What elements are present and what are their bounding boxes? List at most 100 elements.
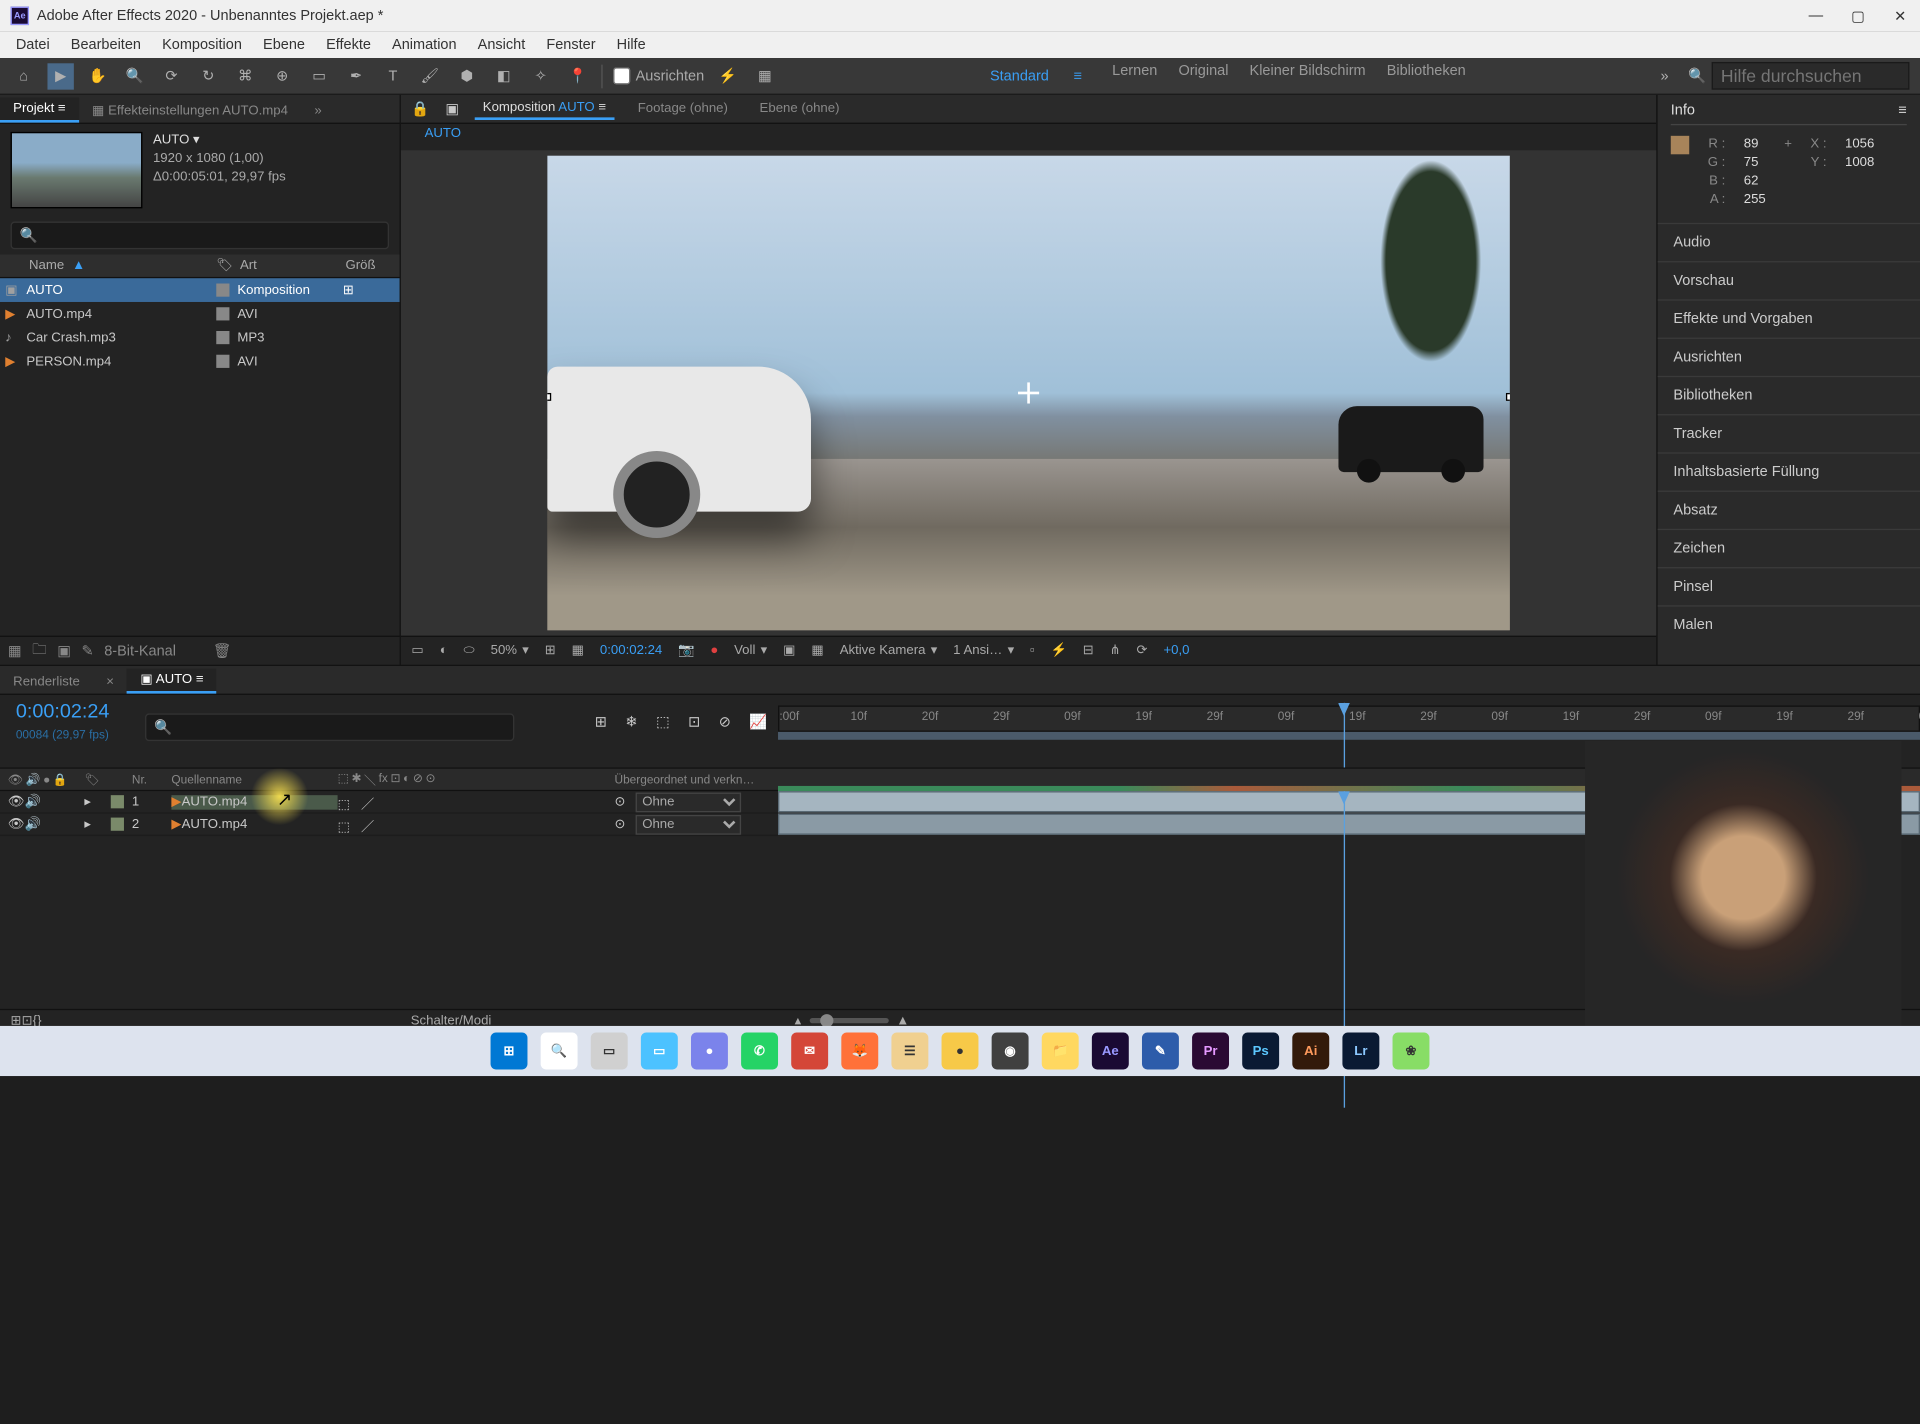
zoom-dropdown[interactable]: 50% ▾ xyxy=(491,644,529,659)
tab-timeline-comp[interactable]: ▣ AUTO ≡ xyxy=(127,669,217,694)
project-item[interactable]: ▶ PERSON.mp4 AVI xyxy=(0,349,400,373)
project-search-input[interactable]: 🔍 xyxy=(11,222,389,250)
trash-icon[interactable]: 🗑 xyxy=(213,642,231,659)
taskbar-app[interactable]: ☰ xyxy=(891,1033,928,1070)
menu-hilfe[interactable]: Hilfe xyxy=(606,34,656,55)
playhead[interactable] xyxy=(1343,703,1344,768)
bit-depth[interactable]: 8-Bit-Kanal xyxy=(104,643,176,659)
lock-icon[interactable]: 🔒 xyxy=(411,100,429,117)
close-button[interactable]: ✕ xyxy=(1891,7,1909,25)
taskbar-app[interactable]: ✉ xyxy=(791,1033,828,1070)
project-item[interactable]: ▶ AUTO.mp4 AVI xyxy=(0,302,400,326)
interpret-icon[interactable]: ▦ xyxy=(8,642,22,659)
tab-effect-controls[interactable]: ▦ Effekteinstellungen AUTO.mp4 xyxy=(79,100,301,122)
composition-viewer[interactable] xyxy=(401,150,1656,635)
channel-icon[interactable]: ⬭ xyxy=(464,644,475,659)
panel-zeichen[interactable]: Zeichen xyxy=(1658,529,1920,567)
resolution-dropdown[interactable]: Voll ▾ xyxy=(734,644,767,659)
workspace-overflow-icon[interactable]: » xyxy=(1651,63,1677,89)
camera-dropdown[interactable]: Aktive Kamera ▾ xyxy=(840,644,938,659)
adjust-icon[interactable]: ✎ xyxy=(82,642,94,659)
taskbar-app[interactable]: 🔍 xyxy=(541,1033,578,1070)
panel-pinsel[interactable]: Pinsel xyxy=(1658,567,1920,605)
folder-icon[interactable]: 🗀 xyxy=(32,638,47,663)
panel-menu-icon[interactable]: ≡ xyxy=(1898,103,1906,119)
menu-datei[interactable]: Datei xyxy=(5,34,60,55)
orbit-tool-icon[interactable]: ⟳ xyxy=(158,63,184,89)
comp-name[interactable]: AUTO ▾ xyxy=(153,132,286,150)
workspace-standard[interactable]: Standard xyxy=(979,63,1059,89)
taskbar-app[interactable]: Ae xyxy=(1092,1033,1129,1070)
reset-exposure-icon[interactable]: ⟳ xyxy=(1137,644,1148,659)
layer-row[interactable]: 👁🔊 ▸ 2 ▶ AUTO.mp4 ⬚ ／ ⊙ Ohne xyxy=(0,814,778,836)
project-item[interactable]: ♪ Car Crash.mp3 MP3 xyxy=(0,326,400,350)
text-tool-icon[interactable]: T xyxy=(380,63,406,89)
pixel-aspect-icon[interactable]: ▫ xyxy=(1030,644,1035,659)
roto-tool-icon[interactable]: ✧ xyxy=(527,63,553,89)
menu-ansicht[interactable]: Ansicht xyxy=(467,34,536,55)
eraser-tool-icon[interactable]: ◧ xyxy=(491,63,517,89)
lock-switch-icon[interactable]: 🔒 xyxy=(53,772,68,787)
camera-tool-icon[interactable]: ⌘ xyxy=(232,63,258,89)
snap-options-icon[interactable]: ⚡ xyxy=(715,63,741,89)
zoom-tool-icon[interactable]: 🔍 xyxy=(121,63,147,89)
panel-inhaltsbasierte-füllung[interactable]: Inhaltsbasierte Füllung xyxy=(1658,452,1920,490)
pen-tool-icon[interactable]: ✒ xyxy=(343,63,369,89)
graph-icon[interactable]: 📈 xyxy=(749,713,767,730)
views-dropdown[interactable]: 1 Ansi… ▾ xyxy=(953,644,1014,659)
anchor-tool-icon[interactable]: ⊕ xyxy=(269,63,295,89)
taskbar-app[interactable]: ● xyxy=(942,1033,979,1070)
rotate-tool-icon[interactable]: ↻ xyxy=(195,63,221,89)
frame-blend-icon[interactable]: ⊡ xyxy=(688,713,700,730)
project-item[interactable]: ▣ AUTO Komposition ⊞ xyxy=(0,278,400,302)
comp-flowchart[interactable]: AUTO xyxy=(401,124,1656,150)
tab-project[interactable]: Projekt ≡ xyxy=(0,98,79,123)
alpha-icon[interactable]: ◐ xyxy=(440,644,448,659)
taskbar-app[interactable]: ⊞ xyxy=(491,1033,528,1070)
tab-composition[interactable]: Komposition AUTO ≡ xyxy=(475,98,614,120)
maximize-button[interactable]: ▢ xyxy=(1849,7,1867,25)
exposure-value[interactable]: +0,0 xyxy=(1163,644,1189,659)
timeline-icon[interactable]: ⊟ xyxy=(1083,644,1094,659)
workspace-original[interactable]: Original xyxy=(1178,63,1228,89)
minimize-button[interactable]: — xyxy=(1807,7,1825,25)
brush-tool-icon[interactable]: 🖌 xyxy=(417,63,443,89)
menu-animation[interactable]: Animation xyxy=(382,34,468,55)
flowchart-icon[interactable]: ⋔ xyxy=(1110,644,1121,659)
menu-fenster[interactable]: Fenster xyxy=(536,34,606,55)
taskbar-app[interactable]: ● xyxy=(691,1033,728,1070)
panel-audio[interactable]: Audio xyxy=(1658,223,1920,261)
panel-effekte-und-vorgaben[interactable]: Effekte und Vorgaben xyxy=(1658,299,1920,337)
menu-bearbeiten[interactable]: Bearbeiten xyxy=(60,34,151,55)
taskbar-app[interactable]: 🦊 xyxy=(841,1033,878,1070)
hand-tool-icon[interactable]: ✋ xyxy=(84,63,110,89)
layer-row[interactable]: 👁🔊 ▸ 1 ▶ AUTO.mp4 ⬚ ／ ⊙ Ohne xyxy=(0,791,778,813)
comp-mini-icon[interactable]: ⊞ xyxy=(595,713,607,730)
menu-komposition[interactable]: Komposition xyxy=(152,34,253,55)
puppet-tool-icon[interactable]: 📍 xyxy=(564,63,590,89)
shape-tool-icon[interactable]: ▭ xyxy=(306,63,332,89)
shy-icon[interactable]: ❄ xyxy=(625,713,637,730)
menu-effekte[interactable]: Effekte xyxy=(316,34,382,55)
panel-bibliotheken[interactable]: Bibliotheken xyxy=(1658,376,1920,414)
home-icon[interactable]: ⌂ xyxy=(11,63,37,89)
taskbar-app[interactable]: ▭ xyxy=(591,1033,628,1070)
selection-tool-icon[interactable]: ▶ xyxy=(47,63,73,89)
tab-overflow-icon[interactable]: » xyxy=(301,100,335,122)
taskbar-app[interactable]: ✎ xyxy=(1142,1033,1179,1070)
tab-footage[interactable]: Footage (ohne) xyxy=(630,99,736,119)
taskbar-app[interactable]: ◉ xyxy=(992,1033,1029,1070)
snap-grid-icon[interactable]: ▦ xyxy=(752,63,778,89)
color-icon[interactable]: ● xyxy=(710,644,718,659)
roi-icon[interactable]: ▣ xyxy=(783,644,795,659)
help-search-input[interactable] xyxy=(1712,62,1910,90)
time-display[interactable]: 0:00:02:24 xyxy=(600,644,662,659)
timeline-search-input[interactable]: 🔍 xyxy=(145,713,514,741)
taskbar-app[interactable]: Ai xyxy=(1292,1033,1329,1070)
workspace-learn[interactable]: Lernen xyxy=(1112,63,1157,89)
panel-ausrichten[interactable]: Ausrichten xyxy=(1658,338,1920,376)
taskbar-app[interactable]: ❀ xyxy=(1393,1033,1430,1070)
panel-malen[interactable]: Malen xyxy=(1658,605,1920,643)
audio-switch-icon[interactable]: 🔊 xyxy=(26,772,41,787)
panel-vorschau[interactable]: Vorschau xyxy=(1658,261,1920,299)
